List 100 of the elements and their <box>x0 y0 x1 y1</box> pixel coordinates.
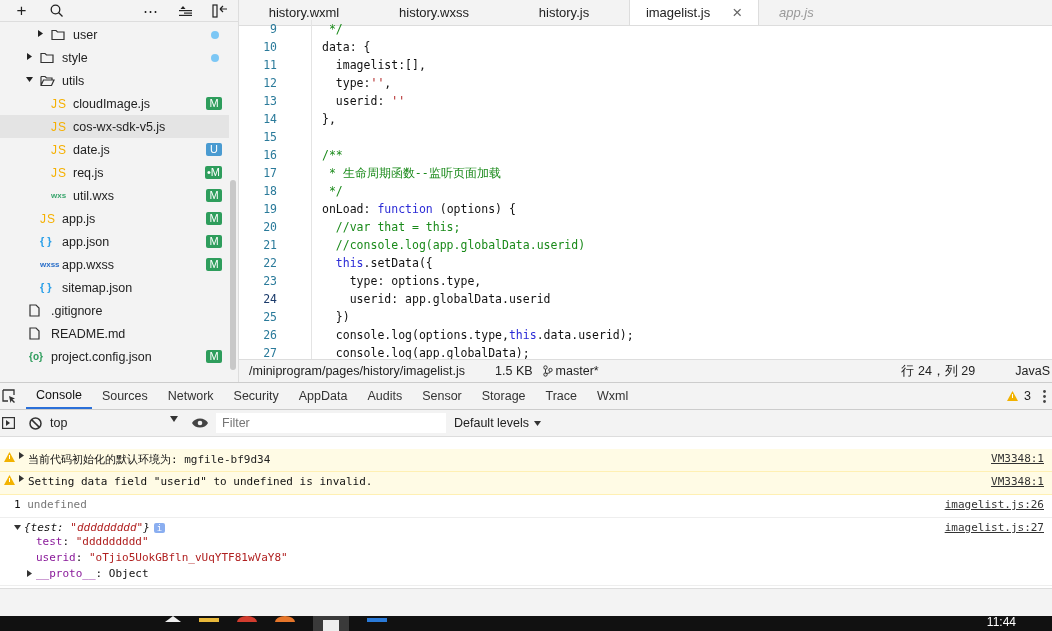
file-tree-item[interactable]: wxs util.wxs M <box>0 184 238 207</box>
caret-down-icon[interactable] <box>26 76 36 85</box>
line-number: 10 <box>239 38 312 56</box>
js-file-icon: JS <box>40 212 56 225</box>
git-status-badge: U <box>206 143 222 156</box>
file-tree-item[interactable]: style <box>0 46 238 69</box>
browser-icon[interactable] <box>237 616 257 622</box>
file-name: sitemap.json <box>62 280 134 295</box>
caret-right-icon[interactable] <box>19 452 24 459</box>
js-file-icon: JS <box>51 120 67 133</box>
line-number: 17 <box>239 164 312 182</box>
log-levels-dropdown[interactable]: Default levels <box>454 416 530 430</box>
line-number: 22 <box>239 254 312 272</box>
file-tree-item[interactable]: { } sitemap.json <box>0 276 238 299</box>
filter-field[interactable]: Filter <box>216 413 446 433</box>
dropdown-caret-icon[interactable] <box>170 416 178 422</box>
file-path: /miniprogram/pages/history/imagelist.js <box>249 364 466 378</box>
more-button[interactable]: ⋯ <box>142 3 158 18</box>
line-number: 11 <box>239 56 312 74</box>
devtools-tab[interactable]: Sensor <box>412 383 472 409</box>
devtools-tab[interactable]: Security <box>223 383 289 409</box>
line-number: 9 <box>239 20 312 38</box>
file-tree-item[interactable]: { } app.json M <box>0 230 238 253</box>
line-number: 24 <box>239 290 312 308</box>
caret-down-icon[interactable] <box>14 524 21 531</box>
devtools-tab[interactable]: AppData <box>288 383 358 409</box>
file-tree-item[interactable]: .gitignore <box>0 299 238 322</box>
source-link[interactable]: imagelist.js:26 <box>944 498 1044 511</box>
line-number: 16 <box>239 146 312 164</box>
browser-icon[interactable] <box>275 616 295 622</box>
source-link[interactable]: VM3348:1 <box>991 452 1044 465</box>
warning-icon <box>1007 391 1019 401</box>
clear-console-icon[interactable] <box>29 416 42 430</box>
search-icon[interactable] <box>50 4 64 17</box>
object-preview[interactable]: {test: "ddddddddd"} <box>24 521 150 534</box>
devtools-tab[interactable]: Sources <box>91 383 158 409</box>
context-select[interactable]: top <box>50 416 184 430</box>
file-tree-item[interactable]: JS app.js M <box>0 207 238 230</box>
line-number: 15 <box>239 128 312 146</box>
object-property: test: "ddddddddd" <box>36 535 149 548</box>
inspect-icon[interactable] <box>2 389 16 403</box>
git-status-badge: M <box>206 212 222 225</box>
more-icon[interactable] <box>1043 389 1046 403</box>
file-tree-item[interactable]: JS date.js U <box>0 138 238 161</box>
line-number: 19 <box>239 200 312 218</box>
language-mode[interactable]: JavaS <box>1015 364 1050 378</box>
file-tree-item[interactable]: utils <box>0 69 238 92</box>
file-tree-item[interactable]: JS req.js •M <box>0 161 238 184</box>
code-line: /** <box>322 148 343 162</box>
app-icon[interactable] <box>313 616 349 631</box>
collapse-icon[interactable] <box>178 5 192 16</box>
caret-right-icon[interactable] <box>27 570 32 577</box>
git-status-badge: M <box>206 258 222 271</box>
branch-icon <box>542 365 553 377</box>
config-file-icon: {o} <box>29 351 43 362</box>
devtools-tab[interactable]: Wxml <box>587 383 639 409</box>
panel-toggle-icon[interactable] <box>212 3 229 18</box>
cursor-position: 行 24，列 29 <box>901 362 976 380</box>
caret-right-icon[interactable] <box>19 475 24 482</box>
eye-icon[interactable] <box>192 418 208 428</box>
editor-tab[interactable]: imagelist.js × <box>629 0 759 25</box>
file-name: style <box>62 50 89 65</box>
file-name: project.config.json <box>51 349 153 364</box>
git-branch[interactable]: master* <box>555 364 599 378</box>
devtools-tab[interactable]: Trace <box>535 383 588 409</box>
dropdown-caret-icon[interactable] <box>534 420 542 426</box>
scrollbar[interactable] <box>230 180 236 370</box>
add-button[interactable]: + <box>16 2 27 19</box>
code-line: * 生命周期函数--监听页面加载 <box>327 165 501 181</box>
line-number: 23 <box>239 272 312 290</box>
devtools-tab[interactable]: Network <box>157 383 224 409</box>
code-line: onLoad: function (options) { <box>322 202 516 216</box>
object-property: __proto__: Object <box>36 567 149 580</box>
close-icon[interactable]: × <box>732 2 743 23</box>
message-text: Setting data field "userid" to undefined is invalid. <box>28 475 374 488</box>
file-tree-item[interactable]: JS cloudImage.js M <box>0 92 238 115</box>
file-icon <box>29 327 40 340</box>
devtools-tab[interactable]: Audits <box>357 383 413 409</box>
code-line: console.log(options.type,this.data.userid); <box>334 328 634 342</box>
folder-icon <box>40 51 54 64</box>
source-link[interactable]: VM3348:1 <box>991 475 1044 488</box>
file-tree-item[interactable]: README.md <box>0 322 238 345</box>
warning-count[interactable]: 3 <box>1024 389 1031 403</box>
file-tree-item[interactable]: {o} project.config.json M <box>0 345 238 368</box>
code-line: data: { <box>322 40 371 54</box>
code-line: console.log(app.globalData); <box>334 346 530 359</box>
sidebar-toggle-icon[interactable] <box>2 417 15 429</box>
code-line: imagelist:[], <box>334 58 426 72</box>
file-name: app.json <box>62 234 111 249</box>
file-tree-item[interactable]: user <box>0 23 238 46</box>
file-tree-item[interactable]: JS cos-wx-sdk-v5.js <box>0 115 229 138</box>
warning-icon <box>4 475 15 485</box>
clock: 11:44 <box>986 616 1016 630</box>
line-number: 26 <box>239 326 312 344</box>
editor-tab[interactable]: history.js <box>499 0 629 25</box>
editor-tab[interactable]: history.wxss <box>369 0 499 25</box>
source-link[interactable]: imagelist.js:27 <box>944 521 1044 534</box>
file-name: app.wxss <box>62 257 116 272</box>
devtools-tab[interactable]: Storage <box>471 383 536 409</box>
folder-icon[interactable] <box>199 616 219 622</box>
